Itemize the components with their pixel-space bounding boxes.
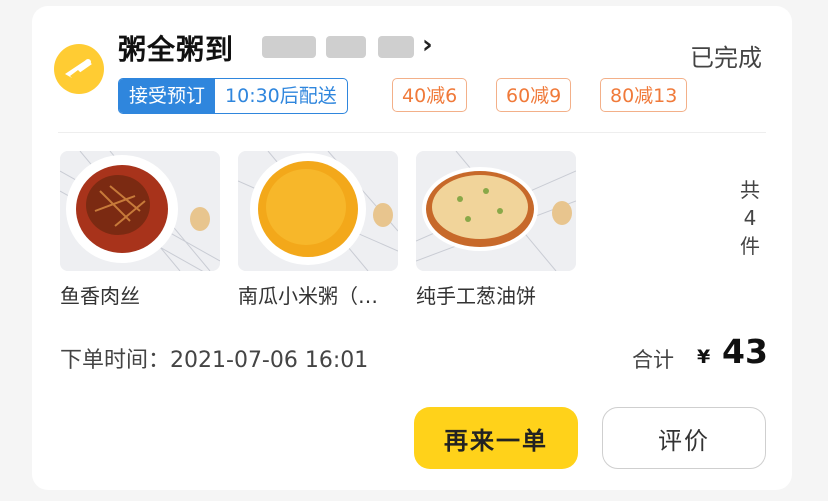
order-time-label: 下单时间： bbox=[60, 348, 171, 373]
total-amount: 43 bbox=[722, 332, 768, 371]
order-time: 下单时间：2021-07-06 16:01 bbox=[60, 342, 368, 374]
reservation-tag: 接受预订 bbox=[119, 79, 216, 113]
chevron-right-icon[interactable]: › bbox=[422, 30, 433, 60]
reorder-button[interactable]: 再来一单 bbox=[414, 407, 578, 469]
discount-tag: 80减13 bbox=[600, 78, 688, 112]
order-card[interactable]: 粥全粥到 › 已完成 接受预订 10:30后配送 40减6 60减9 80减13 bbox=[32, 6, 792, 490]
item-name: 南瓜小米粥（… bbox=[238, 284, 378, 308]
delivery-tag: 接受预订 10:30后配送 bbox=[118, 78, 348, 114]
shop-name[interactable]: 粥全粥到 bbox=[118, 28, 234, 68]
count-number: 4 bbox=[743, 206, 757, 230]
delivery-time-tag: 10:30后配送 bbox=[225, 85, 337, 107]
item-count: 共 4 件 bbox=[732, 176, 768, 260]
discount-tag: 60减9 bbox=[496, 78, 572, 112]
count-suffix: 件 bbox=[740, 234, 760, 258]
divider bbox=[58, 132, 766, 133]
discount-tag: 40减6 bbox=[392, 78, 468, 112]
delivery-logo-icon bbox=[54, 44, 104, 94]
review-button[interactable]: 评价 bbox=[602, 407, 766, 469]
order-time-value: 2021-07-06 16:01 bbox=[170, 348, 369, 373]
redacted-text bbox=[262, 36, 316, 58]
count-prefix: 共 bbox=[740, 178, 760, 202]
item-name: 纯手工葱油饼 bbox=[416, 284, 536, 308]
item-image[interactable] bbox=[416, 151, 576, 271]
redacted-text bbox=[378, 36, 414, 58]
currency-symbol: ¥ bbox=[697, 346, 711, 368]
item-image[interactable] bbox=[60, 151, 220, 271]
total-label: 合计 bbox=[632, 348, 674, 372]
redacted-text bbox=[326, 36, 366, 58]
item-image[interactable] bbox=[238, 151, 398, 271]
order-status: 已完成 bbox=[690, 44, 762, 72]
item-name: 鱼香肉丝 bbox=[60, 284, 140, 308]
